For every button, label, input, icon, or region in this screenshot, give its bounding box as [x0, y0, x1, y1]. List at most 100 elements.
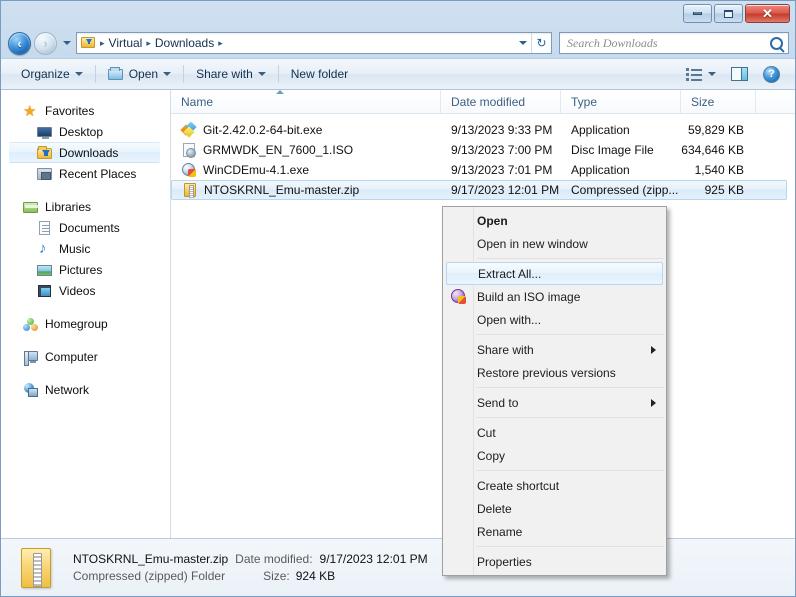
chevron-down-icon: [257, 72, 266, 76]
open-button[interactable]: Open: [98, 62, 181, 86]
sidebar-item-homegroup[interactable]: Homegroup: [1, 313, 170, 334]
chevron-down-icon: [163, 72, 172, 76]
window-controls: ✕: [683, 4, 790, 23]
menu-item-open-in-new-window[interactable]: Open in new window: [443, 232, 666, 255]
share-with-label: Share with: [196, 67, 253, 81]
details-size-group: Size: 924 KB: [263, 568, 335, 585]
menu-item-open-with[interactable]: Open with...: [443, 308, 666, 331]
file-name: GRMWDK_EN_7600_1.ISO: [203, 143, 354, 157]
file-name: NTOSKRNL_Emu-master.zip: [204, 183, 360, 197]
search-icon[interactable]: [770, 36, 783, 50]
history-dropdown-button[interactable]: [60, 32, 73, 55]
menu-item-share-with[interactable]: Share with: [443, 338, 666, 361]
address-row: ‹ › ▸ Virtual ▸ Downloads ▸ ↻ Search Dow…: [1, 28, 795, 58]
disc-image-icon: [181, 142, 197, 158]
details-line-2: Compressed (zipped) Folder Size: 924 KB: [73, 568, 428, 585]
column-header-type[interactable]: Type: [561, 90, 681, 113]
sidebar-label: Music: [59, 241, 91, 256]
sidebar-item-videos[interactable]: Videos: [1, 280, 170, 301]
content-split: ★ Favorites Desktop Downloads Recent Pla…: [1, 90, 795, 538]
maximize-button[interactable]: [714, 4, 743, 23]
menu-item-label: Build an ISO image: [477, 289, 581, 304]
file-date-modified: 9/13/2023 9:33 PM: [451, 123, 553, 137]
menu-item-open[interactable]: Open: [443, 209, 666, 232]
share-with-button[interactable]: Share with: [186, 62, 276, 86]
music-icon: ♪: [39, 239, 47, 257]
details-size-value: 924 KB: [295, 568, 336, 583]
command-bar-right: ?: [681, 62, 789, 86]
address-bar[interactable]: ▸ Virtual ▸ Downloads ▸ ↻: [76, 32, 552, 54]
preview-pane-icon: [731, 67, 748, 81]
sidebar-item-music[interactable]: ♪ Music: [1, 238, 170, 259]
search-input[interactable]: Search Downloads: [567, 36, 770, 51]
breadcrumb-virtual[interactable]: Virtual: [106, 36, 146, 50]
details-pane: NTOSKRNL_Emu-master.zip Date modified: 9…: [1, 538, 795, 596]
column-header-name[interactable]: Name: [171, 90, 441, 113]
menu-item-send-to[interactable]: Send to: [443, 391, 666, 414]
nav-group-network: Network: [1, 379, 170, 400]
sidebar-item-network[interactable]: Network: [1, 379, 170, 400]
sidebar-item-pictures[interactable]: Pictures: [1, 259, 170, 280]
sidebar-item-libraries[interactable]: Libraries: [1, 196, 170, 217]
minimize-button[interactable]: [683, 4, 712, 23]
table-row[interactable]: WinCDEmu-4.1.exe 9/13/2023 7:01 PM Appli…: [171, 160, 795, 180]
file-type: Application: [571, 123, 630, 137]
table-row[interactable]: NTOSKRNL_Emu-master.zip 9/17/2023 12:01 …: [171, 180, 787, 200]
sidebar-item-downloads[interactable]: Downloads: [9, 142, 160, 163]
sidebar-item-desktop[interactable]: Desktop: [1, 121, 170, 142]
details-date-modified-value: 9/17/2023 12:01 PM: [319, 551, 428, 566]
menu-separator: [477, 417, 664, 418]
column-header-date-modified[interactable]: Date modified: [441, 90, 561, 113]
back-button[interactable]: ‹: [8, 31, 31, 55]
context-menu: Open Open in new window Extract All... B…: [442, 206, 667, 576]
sidebar-item-recent-places[interactable]: Recent Places: [1, 163, 170, 184]
menu-item-rename[interactable]: Rename: [443, 520, 666, 543]
nav-group-libraries: Libraries Documents ♪ Music Pictures Vid…: [1, 196, 170, 301]
forward-button[interactable]: ›: [34, 31, 57, 55]
organize-label: Organize: [21, 67, 70, 81]
details-file-type: Compressed (zipped) Folder: [73, 568, 226, 583]
table-row[interactable]: GRMWDK_EN_7600_1.ISO 9/13/2023 7:00 PM D…: [171, 140, 795, 160]
close-button[interactable]: ✕: [745, 4, 790, 23]
file-name: Git-2.42.0.2-64-bit.exe: [203, 123, 323, 137]
column-label: Date modified: [451, 94, 526, 109]
sidebar-label: Desktop: [59, 124, 104, 139]
menu-item-extract-all[interactable]: Extract All...: [446, 262, 663, 285]
star-icon: ★: [23, 102, 37, 120]
zip-folder-large-icon: [17, 547, 59, 589]
menu-item-cut[interactable]: Cut: [443, 421, 666, 444]
nav-group-homegroup: Homegroup: [1, 313, 170, 334]
sidebar-item-favorites[interactable]: ★ Favorites: [1, 100, 170, 121]
sidebar-label: Recent Places: [59, 166, 137, 181]
menu-item-restore-previous-versions[interactable]: Restore previous versions: [443, 361, 666, 384]
downloads-folder-icon: [37, 145, 53, 161]
file-date-modified: 9/17/2023 12:01 PM: [451, 183, 560, 197]
refresh-button[interactable]: ↻: [531, 33, 551, 53]
organize-button[interactable]: Organize: [11, 62, 93, 86]
address-dropdown-button[interactable]: [514, 33, 531, 53]
menu-item-delete[interactable]: Delete: [443, 497, 666, 520]
column-header-size[interactable]: Size: [681, 90, 756, 113]
sidebar-item-documents[interactable]: Documents: [1, 217, 170, 238]
search-box[interactable]: Search Downloads: [559, 32, 789, 54]
menu-item-create-shortcut[interactable]: Create shortcut: [443, 474, 666, 497]
show-preview-pane-button[interactable]: [725, 62, 754, 86]
sidebar-item-computer[interactable]: Computer: [1, 346, 170, 367]
breadcrumb-downloads[interactable]: Downloads: [152, 36, 217, 50]
sidebar-label: Homegroup: [45, 316, 108, 331]
table-row[interactable]: Git-2.42.0.2-64-bit.exe 9/13/2023 9:33 P…: [171, 120, 795, 140]
help-icon: ?: [763, 65, 780, 83]
file-type: Application: [571, 163, 630, 177]
zip-folder-icon: [182, 182, 198, 198]
menu-item-properties[interactable]: Properties: [443, 550, 666, 573]
menu-separator: [477, 546, 664, 547]
breadcrumb-separator-icon[interactable]: ▸: [217, 37, 224, 49]
sidebar-label: Pictures: [59, 262, 103, 277]
menu-item-copy[interactable]: Copy: [443, 444, 666, 467]
help-button[interactable]: ?: [758, 62, 785, 86]
new-folder-button[interactable]: New folder: [281, 62, 358, 86]
wincdemu-icon: [181, 162, 197, 178]
change-view-button[interactable]: [681, 62, 721, 86]
menu-item-label: Create shortcut: [477, 478, 560, 493]
menu-item-build-an-iso-image[interactable]: Build an ISO image: [443, 285, 666, 308]
